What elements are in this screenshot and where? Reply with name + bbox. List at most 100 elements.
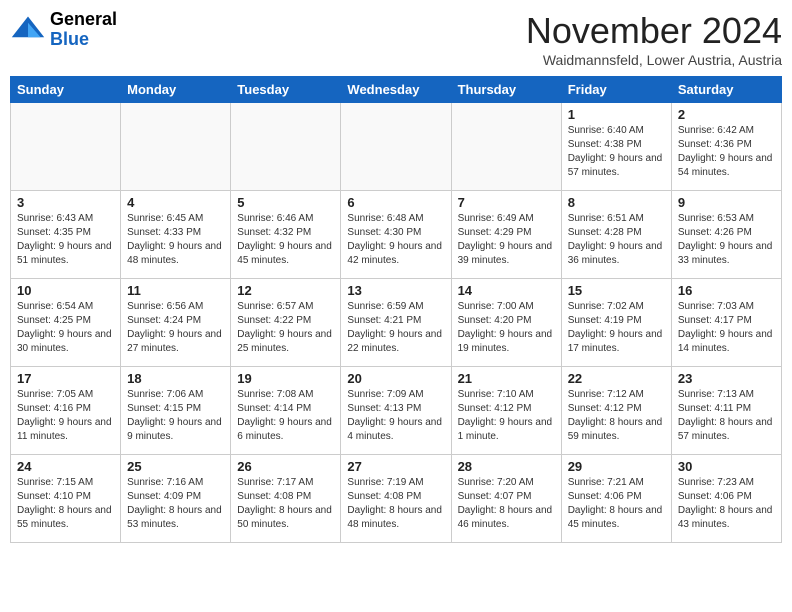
calendar-day-cell: 2Sunrise: 6:42 AM Sunset: 4:36 PM Daylig… <box>671 103 781 191</box>
day-number: 27 <box>347 459 444 474</box>
day-info: Sunrise: 6:54 AM Sunset: 4:25 PM Dayligh… <box>17 300 114 356</box>
day-number: 12 <box>237 283 334 298</box>
calendar-day-cell <box>341 103 451 191</box>
day-number: 2 <box>678 107 775 122</box>
day-number: 29 <box>568 459 665 474</box>
day-info: Sunrise: 6:43 AM Sunset: 4:35 PM Dayligh… <box>17 212 114 268</box>
calendar-day-cell: 9 Sunrise: 6:53 AM Sunset: 4:26 PM Daylig… <box>671 191 781 279</box>
day-info: Sunrise: 7:16 AM Sunset: 4:09 PM Dayligh… <box>127 476 224 532</box>
calendar-day-cell: 25Sunrise: 7:16 AM Sunset: 4:09 PM Dayli… <box>121 455 231 543</box>
day-info: Sunrise: 7:19 AM Sunset: 4:08 PM Dayligh… <box>347 476 444 532</box>
calendar-day-cell: 13 Sunrise: 6:59 AM Sunset: 4:21 PM Dayli… <box>341 279 451 367</box>
day-number: 20 <box>347 371 444 386</box>
calendar-week-row: 17 Sunrise: 7:05 AM Sunset: 4:16 PM Dayli… <box>11 367 782 455</box>
calendar-table: SundayMondayTuesdayWednesdayThursdayFrid… <box>10 76 782 543</box>
day-number: 15 <box>568 283 665 298</box>
calendar-week-row: 10 Sunrise: 6:54 AM Sunset: 4:25 PM Dayli… <box>11 279 782 367</box>
day-number: 7 <box>458 195 555 210</box>
day-number: 17 <box>17 371 114 386</box>
day-info: Sunrise: 7:03 AM Sunset: 4:17 PM Dayligh… <box>678 300 775 356</box>
day-info: Sunrise: 7:23 AM Sunset: 4:06 PM Dayligh… <box>678 476 775 532</box>
logo: General Blue <box>10 10 117 50</box>
calendar-week-row: 3 Sunrise: 6:43 AM Sunset: 4:35 PM Daylig… <box>11 191 782 279</box>
calendar-day-cell: 30 Sunrise: 7:23 AM Sunset: 4:06 PM Dayli… <box>671 455 781 543</box>
day-number: 10 <box>17 283 114 298</box>
calendar-day-cell: 8 Sunrise: 6:51 AM Sunset: 4:28 PM Daylig… <box>561 191 671 279</box>
day-info: Sunrise: 7:05 AM Sunset: 4:16 PM Dayligh… <box>17 388 114 444</box>
calendar-day-cell: 28 Sunrise: 7:20 AM Sunset: 4:07 PM Dayli… <box>451 455 561 543</box>
day-info: Sunrise: 6:53 AM Sunset: 4:26 PM Dayligh… <box>678 212 775 268</box>
calendar-day-cell: 22 Sunrise: 7:12 AM Sunset: 4:12 PM Dayli… <box>561 367 671 455</box>
day-of-week-header: Tuesday <box>231 77 341 103</box>
day-number: 13 <box>347 283 444 298</box>
day-number: 23 <box>678 371 775 386</box>
day-info: Sunrise: 6:40 AM Sunset: 4:38 PM Dayligh… <box>568 124 665 180</box>
calendar-day-cell: 21Sunrise: 7:10 AM Sunset: 4:12 PM Dayli… <box>451 367 561 455</box>
calendar-day-cell: 1Sunrise: 6:40 AM Sunset: 4:38 PM Daylig… <box>561 103 671 191</box>
title-block: November 2024 Waidmannsfeld, Lower Austr… <box>526 10 782 68</box>
calendar-day-cell: 19Sunrise: 7:08 AM Sunset: 4:14 PM Dayli… <box>231 367 341 455</box>
day-number: 16 <box>678 283 775 298</box>
day-info: Sunrise: 6:57 AM Sunset: 4:22 PM Dayligh… <box>237 300 334 356</box>
day-number: 18 <box>127 371 224 386</box>
location: Waidmannsfeld, Lower Austria, Austria <box>526 52 782 68</box>
logo-text: General Blue <box>50 10 117 50</box>
day-of-week-header: Wednesday <box>341 77 451 103</box>
calendar-day-cell: 29 Sunrise: 7:21 AM Sunset: 4:06 PM Dayli… <box>561 455 671 543</box>
calendar-day-cell: 18 Sunrise: 7:06 AM Sunset: 4:15 PM Dayli… <box>121 367 231 455</box>
day-number: 21 <box>458 371 555 386</box>
day-info: Sunrise: 6:48 AM Sunset: 4:30 PM Dayligh… <box>347 212 444 268</box>
day-info: Sunrise: 7:09 AM Sunset: 4:13 PM Dayligh… <box>347 388 444 444</box>
calendar-day-cell: 11 Sunrise: 6:56 AM Sunset: 4:24 PM Dayli… <box>121 279 231 367</box>
day-info: Sunrise: 6:59 AM Sunset: 4:21 PM Dayligh… <box>347 300 444 356</box>
calendar-day-cell: 7 Sunrise: 6:49 AM Sunset: 4:29 PM Daylig… <box>451 191 561 279</box>
day-info: Sunrise: 6:51 AM Sunset: 4:28 PM Dayligh… <box>568 212 665 268</box>
calendar-day-cell <box>231 103 341 191</box>
day-number: 9 <box>678 195 775 210</box>
day-of-week-header: Sunday <box>11 77 121 103</box>
day-info: Sunrise: 7:20 AM Sunset: 4:07 PM Dayligh… <box>458 476 555 532</box>
day-info: Sunrise: 7:21 AM Sunset: 4:06 PM Dayligh… <box>568 476 665 532</box>
calendar-week-row: 1Sunrise: 6:40 AM Sunset: 4:38 PM Daylig… <box>11 103 782 191</box>
day-info: Sunrise: 7:06 AM Sunset: 4:15 PM Dayligh… <box>127 388 224 444</box>
calendar-header-row: SundayMondayTuesdayWednesdayThursdayFrid… <box>11 77 782 103</box>
day-number: 22 <box>568 371 665 386</box>
calendar-day-cell: 5 Sunrise: 6:46 AM Sunset: 4:32 PM Daylig… <box>231 191 341 279</box>
calendar-day-cell: 24 Sunrise: 7:15 AM Sunset: 4:10 PM Dayli… <box>11 455 121 543</box>
day-number: 28 <box>458 459 555 474</box>
day-number: 3 <box>17 195 114 210</box>
day-of-week-header: Friday <box>561 77 671 103</box>
day-info: Sunrise: 6:49 AM Sunset: 4:29 PM Dayligh… <box>458 212 555 268</box>
day-number: 11 <box>127 283 224 298</box>
calendar-day-cell: 26Sunrise: 7:17 AM Sunset: 4:08 PM Dayli… <box>231 455 341 543</box>
calendar-day-cell: 20 Sunrise: 7:09 AM Sunset: 4:13 PM Dayli… <box>341 367 451 455</box>
day-number: 24 <box>17 459 114 474</box>
month-title: November 2024 <box>526 10 782 52</box>
calendar-week-row: 24 Sunrise: 7:15 AM Sunset: 4:10 PM Dayli… <box>11 455 782 543</box>
calendar-day-cell: 14Sunrise: 7:00 AM Sunset: 4:20 PM Dayli… <box>451 279 561 367</box>
calendar-day-cell <box>121 103 231 191</box>
page-header: General Blue November 2024 Waidmannsfeld… <box>10 10 782 68</box>
day-info: Sunrise: 6:45 AM Sunset: 4:33 PM Dayligh… <box>127 212 224 268</box>
day-info: Sunrise: 6:56 AM Sunset: 4:24 PM Dayligh… <box>127 300 224 356</box>
day-number: 26 <box>237 459 334 474</box>
calendar-day-cell: 15 Sunrise: 7:02 AM Sunset: 4:19 PM Dayli… <box>561 279 671 367</box>
calendar-day-cell: 27 Sunrise: 7:19 AM Sunset: 4:08 PM Dayli… <box>341 455 451 543</box>
day-number: 30 <box>678 459 775 474</box>
day-number: 8 <box>568 195 665 210</box>
day-info: Sunrise: 7:12 AM Sunset: 4:12 PM Dayligh… <box>568 388 665 444</box>
calendar-day-cell <box>451 103 561 191</box>
calendar-day-cell: 6 Sunrise: 6:48 AM Sunset: 4:30 PM Daylig… <box>341 191 451 279</box>
day-number: 6 <box>347 195 444 210</box>
day-of-week-header: Thursday <box>451 77 561 103</box>
calendar-day-cell: 4 Sunrise: 6:45 AM Sunset: 4:33 PM Daylig… <box>121 191 231 279</box>
calendar-day-cell <box>11 103 121 191</box>
calendar-day-cell: 23Sunrise: 7:13 AM Sunset: 4:11 PM Dayli… <box>671 367 781 455</box>
day-info: Sunrise: 7:15 AM Sunset: 4:10 PM Dayligh… <box>17 476 114 532</box>
day-number: 4 <box>127 195 224 210</box>
calendar-day-cell: 3 Sunrise: 6:43 AM Sunset: 4:35 PM Daylig… <box>11 191 121 279</box>
day-number: 5 <box>237 195 334 210</box>
day-of-week-header: Saturday <box>671 77 781 103</box>
day-info: Sunrise: 7:02 AM Sunset: 4:19 PM Dayligh… <box>568 300 665 356</box>
day-info: Sunrise: 6:46 AM Sunset: 4:32 PM Dayligh… <box>237 212 334 268</box>
